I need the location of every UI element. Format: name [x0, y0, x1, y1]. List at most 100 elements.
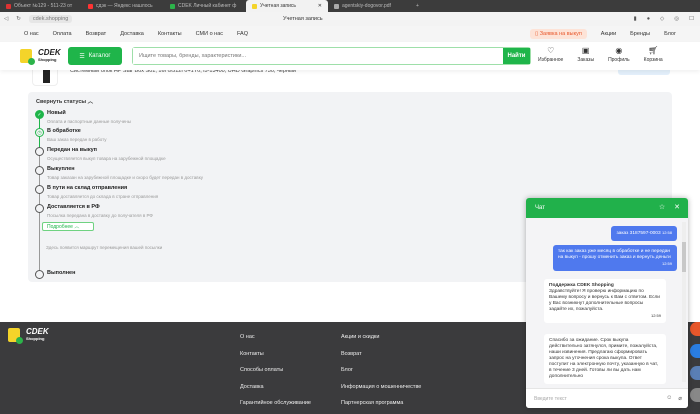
clock-icon: ◷ — [35, 128, 44, 137]
catalog-label: Каталог — [88, 53, 111, 59]
top-nav: О нас Оплата Возврат Доставка Контакты С… — [0, 26, 700, 42]
message-time: 12:59 — [650, 313, 661, 318]
search-input[interactable] — [133, 48, 503, 64]
request-label: Заявка на выкуп — [539, 31, 582, 37]
emoji-icon[interactable]: ☺ — [666, 395, 672, 402]
close-icon[interactable]: ✕ — [674, 203, 680, 211]
label: Заказы — [577, 57, 595, 63]
tab-label: Учетная запись — [260, 3, 297, 9]
chat-message-out: так как заказ уже месяц в обработке и не… — [553, 245, 677, 271]
label: Избранное — [538, 57, 564, 63]
footer-link[interactable]: Контакты — [240, 351, 311, 357]
status-title: В обработке — [47, 128, 81, 134]
floating-buttons — [690, 322, 700, 402]
footer-link[interactable]: О нас — [240, 334, 311, 340]
more-label: Подробнее — [47, 223, 73, 230]
status-title: В пути на склад отправления — [47, 185, 128, 191]
browser-tab[interactable]: CDEK Личный кабинет ф — [164, 0, 246, 12]
tab-label: agentskiy-dogovor.pdf — [342, 3, 391, 9]
scroll-thumb[interactable] — [682, 242, 686, 272]
footer-link[interactable]: Способы оплаты — [240, 367, 311, 373]
chat-scrollbar[interactable] — [682, 222, 686, 382]
logo-bag-icon — [20, 49, 35, 65]
nav-link[interactable]: Доставка — [120, 31, 144, 37]
back-icon[interactable]: ◁ — [4, 16, 8, 22]
status-circle-icon — [35, 185, 44, 194]
request-button[interactable]: ▯ Заявка на выкуп — [530, 29, 587, 39]
menu-icon: ☰ — [79, 53, 85, 60]
floating-button[interactable] — [690, 344, 700, 358]
nav-link[interactable]: Возврат — [86, 31, 107, 37]
floating-button[interactable] — [690, 322, 700, 336]
footer-link[interactable]: Блог — [341, 367, 421, 373]
nav-link[interactable]: СМИ о нас — [196, 31, 223, 37]
catalog-button[interactable]: ☰ Каталог — [68, 47, 122, 65]
floating-button[interactable] — [690, 366, 700, 380]
tab-label: сдэк — Яндекс нашлось — [96, 3, 153, 9]
tab-favicon-icon — [6, 3, 11, 9]
cart-button[interactable]: 🛒︎ Корзина — [644, 46, 663, 63]
floating-button[interactable] — [690, 388, 700, 402]
footer-link[interactable]: Информация о мошенничестве — [341, 384, 421, 390]
footer-link[interactable]: Гарантийное обслуживание — [240, 400, 311, 406]
nav-link[interactable]: Бренды — [630, 31, 650, 37]
browser-tab[interactable]: agentskiy-dogovor.pdf — [328, 0, 410, 12]
orders-icon: ▣ — [581, 46, 590, 55]
favorites-button[interactable]: ♡ Избранное — [538, 46, 563, 63]
nav-link[interactable]: FAQ — [237, 31, 248, 37]
profile-icon: ◉ — [615, 46, 623, 55]
footer-col-2: Акции и скидки Возврат Блог Информация о мо… — [341, 334, 421, 406]
logo-bag-icon — [8, 328, 23, 344]
status-title: Доставляется в РФ — [47, 204, 100, 210]
message-time: 12:59 — [661, 261, 672, 266]
status-desc: Оплата и паспортные данные получены — [47, 119, 131, 124]
pdf-icon — [334, 3, 339, 9]
status-desc: Посылка передана в доставку до получател… — [47, 213, 153, 218]
status-desc: Товар доставляется до склада в стране от… — [47, 194, 159, 199]
chat-message-in: Поддержка CDEK Shopping Здравствуйте! Я п… — [544, 279, 666, 323]
extension-icon[interactable]: ◎ — [674, 16, 679, 22]
status-circle-icon — [35, 270, 44, 279]
attach-icon[interactable]: ⌀ — [678, 395, 682, 402]
route-placeholder: Здесь появится маршрут перемещения вашей… — [46, 245, 163, 250]
reload-icon[interactable]: ↻ — [16, 16, 21, 22]
url-field[interactable]: cdek.shopping — [28, 15, 73, 23]
nav-link[interactable]: Контакты — [158, 31, 182, 37]
label: Профиль — [608, 57, 630, 63]
chevron-up-icon: ︿ — [87, 99, 94, 105]
browser-tab[interactable]: Объект №129 - 511-23 от — [0, 0, 82, 12]
status-desc: Осуществляется выкуп товара на зарубежно… — [47, 156, 166, 161]
browser-tab[interactable]: сдэк — Яндекс нашлось — [82, 0, 164, 12]
nav-link[interactable]: Блог — [664, 31, 676, 37]
chat-window: Чат ☆ ✕ заказ 3187597-0003 12:58 так как з… — [526, 198, 688, 408]
star-icon[interactable]: ☆ — [659, 203, 665, 211]
chat-message-in: Спасибо за ожидание. Срок выкупа действи… — [544, 334, 666, 384]
header-icons: ♡ Избранное ▣ Заказы ◉ Профиль 🛒︎ Корзина — [538, 46, 663, 63]
bookmark-icon[interactable]: ▮ — [634, 16, 637, 22]
browser-tab-active[interactable]: Учетная запись ✕ — [246, 0, 328, 12]
extension-icons[interactable]: ▮ ● ◇ ◎ ☐ — [634, 16, 694, 22]
status-title: Выкуплен — [47, 166, 75, 172]
nav-link[interactable]: Акции — [601, 31, 616, 37]
footer-link[interactable]: Возврат — [341, 351, 421, 357]
footer-logo[interactable]: CDEK Shopping — [8, 328, 49, 344]
extension-icon[interactable]: ◇ — [660, 16, 664, 22]
search-bar: Найти — [132, 47, 531, 65]
collapse-statuses-button[interactable]: Свернуть статусы ︿ — [36, 97, 93, 105]
logo[interactable]: CDEK Shopping — [20, 49, 61, 65]
extension-icon[interactable]: ● — [647, 16, 650, 22]
chevron-up-icon: ︿ — [74, 224, 80, 230]
nav-link[interactable]: О нас — [24, 31, 39, 37]
chat-input[interactable]: Введите текст ☺ ⌀ — [526, 388, 688, 408]
close-tab-icon[interactable]: ✕ — [318, 3, 322, 9]
footer-link[interactable]: Партнерская программа — [341, 400, 421, 406]
new-tab-button[interactable]: + — [410, 0, 430, 12]
profile-icon[interactable]: ☐ — [689, 16, 694, 22]
footer-link[interactable]: Доставка — [240, 384, 311, 390]
nav-link[interactable]: Оплата — [53, 31, 72, 37]
footer-link[interactable]: Акции и скидки — [341, 334, 421, 340]
search-button[interactable]: Найти — [503, 48, 530, 64]
profile-button[interactable]: ◉ Профиль — [608, 46, 630, 63]
orders-button[interactable]: ▣ Заказы — [577, 46, 594, 63]
more-button[interactable]: Подробнее ︿ — [42, 222, 94, 231]
